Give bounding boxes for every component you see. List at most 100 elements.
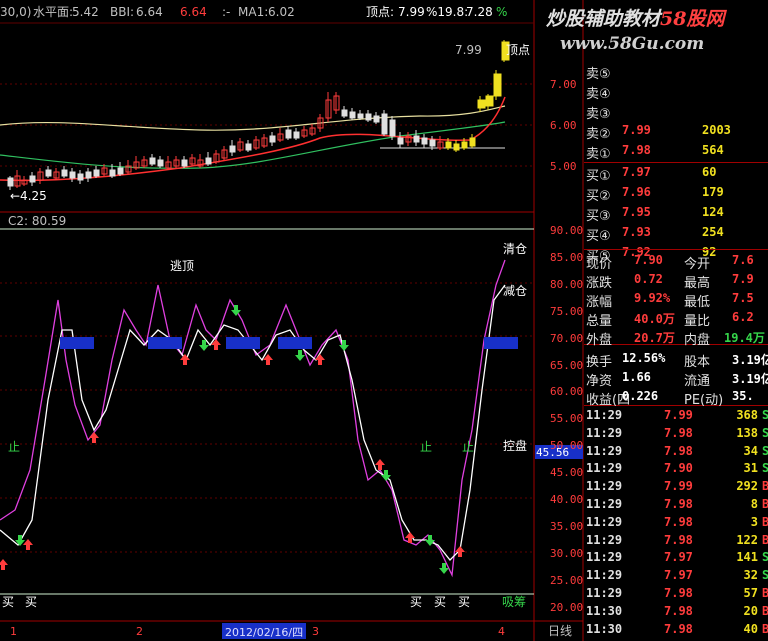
tick-volume: 3 <box>750 514 758 529</box>
book-price: 7.93 <box>622 225 651 239</box>
quote-value: 0.72 <box>634 272 663 286</box>
tick-time: 11:29 <box>586 568 623 583</box>
bid-row[interactable]: 买③ 7.95 124 <box>584 202 768 224</box>
ask-row[interactable]: 卖⑤ <box>584 60 768 82</box>
tick-flag: S <box>762 461 768 476</box>
buy-arrow-icon <box>89 432 99 443</box>
quote-label: 外盘 <box>586 333 613 348</box>
label-buy-4: 买 <box>434 595 447 609</box>
indicator-axis-label: 25.00 <box>550 573 584 587</box>
tick-flag: B <box>762 603 768 618</box>
candle-body <box>357 113 364 119</box>
tick-volume: 20 <box>743 603 758 618</box>
buy-arrow-icon <box>0 559 8 570</box>
bid-row[interactable]: 买② 7.96 179 <box>584 182 768 204</box>
tick-price: 7.98 <box>664 603 693 618</box>
tick-flag: B <box>762 497 768 511</box>
candle-body <box>69 171 76 179</box>
book-volume: 124 <box>702 205 724 219</box>
label-stop-2: 止 <box>420 440 433 454</box>
current-date[interactable]: 2012/02/16/四 <box>222 623 307 639</box>
quote-value: 9.92% <box>634 291 671 305</box>
tick-flag: B <box>762 479 768 494</box>
candle-body <box>453 143 460 151</box>
bbi-label: BBI: <box>110 5 135 19</box>
horizon-value: 5.42 <box>72 5 99 19</box>
bid-row[interactable]: 买④ 7.93 254 <box>584 222 768 244</box>
candle-body <box>157 159 164 167</box>
indicator-axis-label: 55.00 <box>550 412 584 426</box>
book-label: 卖① <box>586 147 611 162</box>
indicator-axis-label: 80.00 <box>550 277 584 291</box>
price-axis-5: 5.00 <box>550 160 577 173</box>
top-value: 7.99 <box>398 5 425 19</box>
period-button[interactable]: 日线 <box>548 625 572 637</box>
candle-body <box>349 111 356 119</box>
indicator-axis-label: 30.00 <box>550 546 584 560</box>
candle-body <box>389 119 396 137</box>
tick-price: 7.99 <box>664 479 693 494</box>
indicator-current: 45.56 <box>536 446 570 459</box>
indicator-axis-label: 90.00 <box>550 224 584 237</box>
price-axis-6: 6.00 <box>550 119 577 132</box>
candle-body <box>397 137 404 145</box>
tick-time: 11:29 <box>586 497 623 511</box>
candle-body <box>493 73 502 97</box>
tick-volume: 32 <box>743 568 758 583</box>
tick-row: 11:29 7.98 8 B <box>584 495 768 513</box>
candle-body <box>45 169 52 177</box>
tick-time: 11:29 <box>586 532 623 547</box>
candle-body <box>117 167 124 175</box>
tick-flag: S <box>762 443 768 458</box>
tick-volume: 8 <box>750 497 758 511</box>
quote-value: 1.66 <box>622 370 651 384</box>
book-price: 7.97 <box>622 165 651 179</box>
candle-body <box>109 169 116 177</box>
label-escape: 逃顶 <box>170 259 195 273</box>
candle-body <box>205 157 212 165</box>
bid-row[interactable]: 买① 7.97 60 <box>584 162 768 184</box>
ask-row[interactable]: 卖① 7.98 564 <box>584 140 768 162</box>
label-buy-5: 买 <box>458 595 471 609</box>
header-period: 30,0) <box>0 5 32 19</box>
tick-volume: 34 <box>743 443 758 458</box>
tick-time: 11:29 <box>586 461 623 476</box>
tick-price: 7.97 <box>664 568 693 583</box>
ask-row[interactable]: 卖③ <box>584 100 768 122</box>
tick-time: 11:29 <box>586 443 623 458</box>
date-mark-2: 2 <box>136 625 143 638</box>
watermark-url: www.58Gu.com <box>560 34 705 54</box>
pct-label: %19.8: <box>426 5 469 19</box>
tick-price: 7.98 <box>664 621 693 636</box>
tick-volume: 122 <box>736 532 758 547</box>
ask-row[interactable]: 卖② 7.99 2003 <box>584 120 768 142</box>
tick-row: 11:29 7.98 34 S <box>584 442 768 460</box>
tick-flag: B <box>762 514 768 529</box>
tick-flag: S <box>762 425 768 440</box>
tick-flag: B <box>762 532 768 547</box>
watermark-title: 炒股辅助教材58股网 <box>546 8 725 30</box>
tick-price: 7.98 <box>664 532 693 547</box>
quote-row: 外盘 20.7万 内盘 19.4万 <box>584 326 768 348</box>
candle-body <box>85 171 92 179</box>
book-volume: 254 <box>702 225 724 239</box>
book-volume: 564 <box>702 143 724 157</box>
tick-volume: 292 <box>736 479 758 494</box>
candle-body <box>149 157 156 165</box>
ask-row[interactable]: 卖④ <box>584 80 768 102</box>
tick-row: 11:30 7.98 20 B <box>584 602 768 620</box>
tick-row: 11:29 7.98 122 B <box>584 531 768 549</box>
candle-body <box>365 113 372 121</box>
buy-arrow-icon <box>180 354 190 365</box>
date-mark-3: 3 <box>312 625 319 638</box>
candle-body <box>77 173 84 181</box>
label-buy-3: 买 <box>410 595 423 609</box>
candle-body <box>285 129 292 139</box>
quote-value: 12.56% <box>622 351 666 365</box>
buy-arrow-icon <box>315 354 325 365</box>
sell-arrow-icon <box>231 305 241 316</box>
tick-time: 11:29 <box>586 408 623 422</box>
tick-flag: S <box>762 550 768 565</box>
candle-body <box>229 145 236 153</box>
indicator-axis-label: 85.00 <box>550 250 584 264</box>
